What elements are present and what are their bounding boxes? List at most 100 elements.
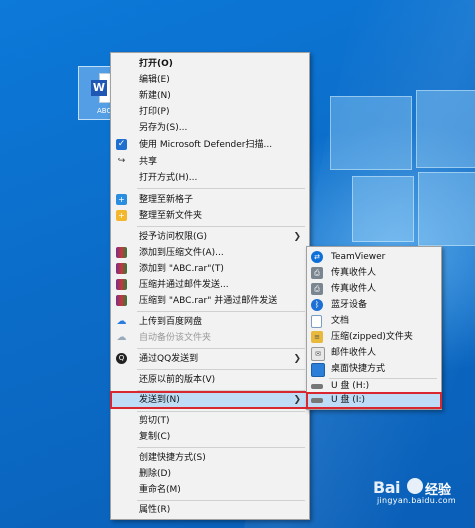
fax-icon: ⎙ <box>311 283 323 295</box>
desktop-icon <box>311 363 325 377</box>
send-to-desktop-shortcut[interactable]: 桌面快捷方式 <box>307 362 441 377</box>
winrar-icon <box>116 247 127 258</box>
menu-item-properties[interactable]: 属性(R) <box>111 503 309 517</box>
send-to-bluetooth[interactable]: ᛒ 蓝牙设备 <box>307 298 441 312</box>
zip-folder-icon: ≡ <box>311 331 323 343</box>
menu-separator <box>137 188 305 189</box>
menu-item-open-with[interactable]: 打开方式(H)... <box>111 171 309 185</box>
word-icon: W <box>91 80 107 96</box>
send-to-mail-recipient[interactable]: ✉ 邮件收件人 <box>307 346 441 361</box>
submenu-item-label: 压缩(zipped)文件夹 <box>331 332 413 342</box>
teamviewer-icon: ⇄ <box>311 251 323 263</box>
baidu-jingyan-watermark: Bai 经验 jingyan.baidu.com <box>373 478 456 506</box>
menu-item-add-to-archive[interactable]: 添加到压缩文件(A)... <box>111 246 309 260</box>
menu-item-delete[interactable]: 删除(D) <box>111 467 309 481</box>
wallpaper-window-pane <box>330 96 412 170</box>
menu-item-label: 发送到(N) <box>139 395 180 405</box>
chevron-right-icon: ❯ <box>293 395 301 405</box>
chevron-right-icon: ❯ <box>293 232 301 242</box>
menu-item-compress-abc-email[interactable]: 压缩到 "ABC.rar" 并通过邮件发送 <box>111 294 309 308</box>
submenu-item-label: 文档 <box>331 316 350 326</box>
menu-item-upload-baidu[interactable]: ☁ 上传到百度网盘 <box>111 315 309 329</box>
menu-item-print[interactable]: 打印(P) <box>111 105 309 119</box>
baidu-netdisk-icon: ☁ <box>116 316 127 327</box>
documents-icon <box>311 315 322 328</box>
submenu-item-label: 蓝牙设备 <box>331 300 368 310</box>
send-to-documents[interactable]: 文档 <box>307 314 441 328</box>
menu-item-label: 打印(P) <box>139 107 170 117</box>
usb-drive-icon <box>311 384 323 389</box>
menu-item-label: 整理至新文件夹 <box>139 211 203 221</box>
folder-add-icon: + <box>116 210 127 221</box>
qq-icon: Q <box>116 353 127 364</box>
menu-item-label: 创建快捷方式(S) <box>139 453 206 463</box>
chevron-right-icon: ❯ <box>293 354 301 364</box>
watermark-url: jingyan.baidu.com <box>377 496 456 505</box>
menu-item-label: 打开(O) <box>139 59 173 69</box>
send-to-fax-recipient[interactable]: ⎙ 传真收件人 <box>307 266 441 280</box>
menu-item-auto-backup[interactable]: ☁ 自动备份该文件夹 <box>111 331 309 345</box>
menu-item-label: 编辑(E) <box>139 75 170 85</box>
usb-drive-icon <box>311 398 323 403</box>
menu-item-share[interactable]: ↪ 共享 <box>111 155 309 169</box>
menu-item-label: 整理至新格子 <box>139 195 194 205</box>
wallpaper-window-pane <box>418 172 475 246</box>
context-menu: 打开(O) 编辑(E) 新建(N) 打印(P) 另存为(S)... ✓ 使用 M… <box>110 52 310 520</box>
menu-item-label: 还原以前的版本(V) <box>139 375 216 385</box>
menu-item-open[interactable]: 打开(O) <box>111 57 309 71</box>
menu-item-label: 添加到压缩文件(A)... <box>139 248 224 258</box>
menu-item-edit[interactable]: 编辑(E) <box>111 73 309 87</box>
menu-separator <box>137 369 305 370</box>
send-to-teamviewer[interactable]: ⇄ TeamViewer <box>307 250 441 264</box>
defender-shield-icon: ✓ <box>116 139 127 150</box>
menu-item-label: 打开方式(H)... <box>139 173 198 183</box>
menu-separator <box>137 348 305 349</box>
submenu-item-label: 桌面快捷方式 <box>331 364 386 374</box>
menu-item-add-to-abc-rar[interactable]: 添加到 "ABC.rar"(T) <box>111 262 309 276</box>
menu-item-label: 属性(R) <box>139 505 171 515</box>
menu-item-label: 删除(D) <box>139 469 171 479</box>
menu-item-copy[interactable]: 复制(C) <box>111 430 309 444</box>
menu-item-label: 上传到百度网盘 <box>139 317 203 327</box>
menu-item-label: 通过QQ发送到 <box>139 354 199 364</box>
watermark-brand: Bai <box>373 478 400 497</box>
menu-item-compress-email[interactable]: 压缩并通过邮件发送... <box>111 278 309 292</box>
menu-item-save-as[interactable]: 另存为(S)... <box>111 121 309 135</box>
menu-item-create-shortcut[interactable]: 创建快捷方式(S) <box>111 451 309 465</box>
share-icon: ↪ <box>117 156 126 166</box>
wallpaper-window-pane <box>416 90 475 168</box>
menu-item-label: 剪切(T) <box>139 416 170 426</box>
submenu-item-label: U 盘 (I:) <box>331 395 366 405</box>
menu-separator <box>137 500 305 501</box>
menu-item-new[interactable]: 新建(N) <box>111 89 309 103</box>
fences-add-icon: + <box>116 194 127 205</box>
menu-item-fences-new-grid[interactable]: + 整理至新格子 <box>111 193 309 207</box>
menu-item-restore-previous[interactable]: 还原以前的版本(V) <box>111 373 309 387</box>
menu-item-grant-access[interactable]: 授予访问权限(G) ❯ <box>111 230 309 244</box>
send-to-fax-recipient-2[interactable]: ⎙ 传真收件人 <box>307 282 441 296</box>
menu-item-cut[interactable]: 剪切(T) <box>111 414 309 428</box>
menu-item-defender-scan[interactable]: ✓ 使用 Microsoft Defender扫描... <box>111 138 309 152</box>
send-to-usb-i[interactable]: U 盘 (I:) <box>306 392 442 409</box>
menu-separator <box>137 447 305 448</box>
menu-item-label: 添加到 "ABC.rar"(T) <box>139 264 224 274</box>
fax-icon: ⎙ <box>311 267 323 279</box>
menu-separator <box>137 390 305 391</box>
menu-item-label: 新建(N) <box>139 91 171 101</box>
menu-item-new-folder[interactable]: + 整理至新文件夹 <box>111 209 309 223</box>
send-to-usb-h[interactable]: U 盘 (H:) <box>307 379 441 393</box>
baidu-netdisk-icon: ☁ <box>116 332 127 343</box>
menu-item-label: 复制(C) <box>139 432 171 442</box>
menu-item-send-via-qq[interactable]: Q 通过QQ发送到 ❯ <box>111 352 309 366</box>
menu-separator <box>137 311 305 312</box>
menu-item-label: 重命名(M) <box>139 485 181 495</box>
bluetooth-icon: ᛒ <box>311 299 323 311</box>
send-to-submenu: ⇄ TeamViewer ⎙ 传真收件人 ⎙ 传真收件人 ᛒ 蓝牙设备 文档 ≡… <box>306 246 442 410</box>
menu-item-label: 压缩并通过邮件发送... <box>139 280 229 290</box>
submenu-item-label: TeamViewer <box>331 252 386 262</box>
menu-item-rename[interactable]: 重命名(M) <box>111 483 309 497</box>
winrar-icon <box>116 263 127 274</box>
menu-item-send-to[interactable]: 发送到(N) ❯ <box>110 391 310 409</box>
mail-icon: ✉ <box>311 347 325 361</box>
send-to-zip-folder[interactable]: ≡ 压缩(zipped)文件夹 <box>307 330 441 344</box>
